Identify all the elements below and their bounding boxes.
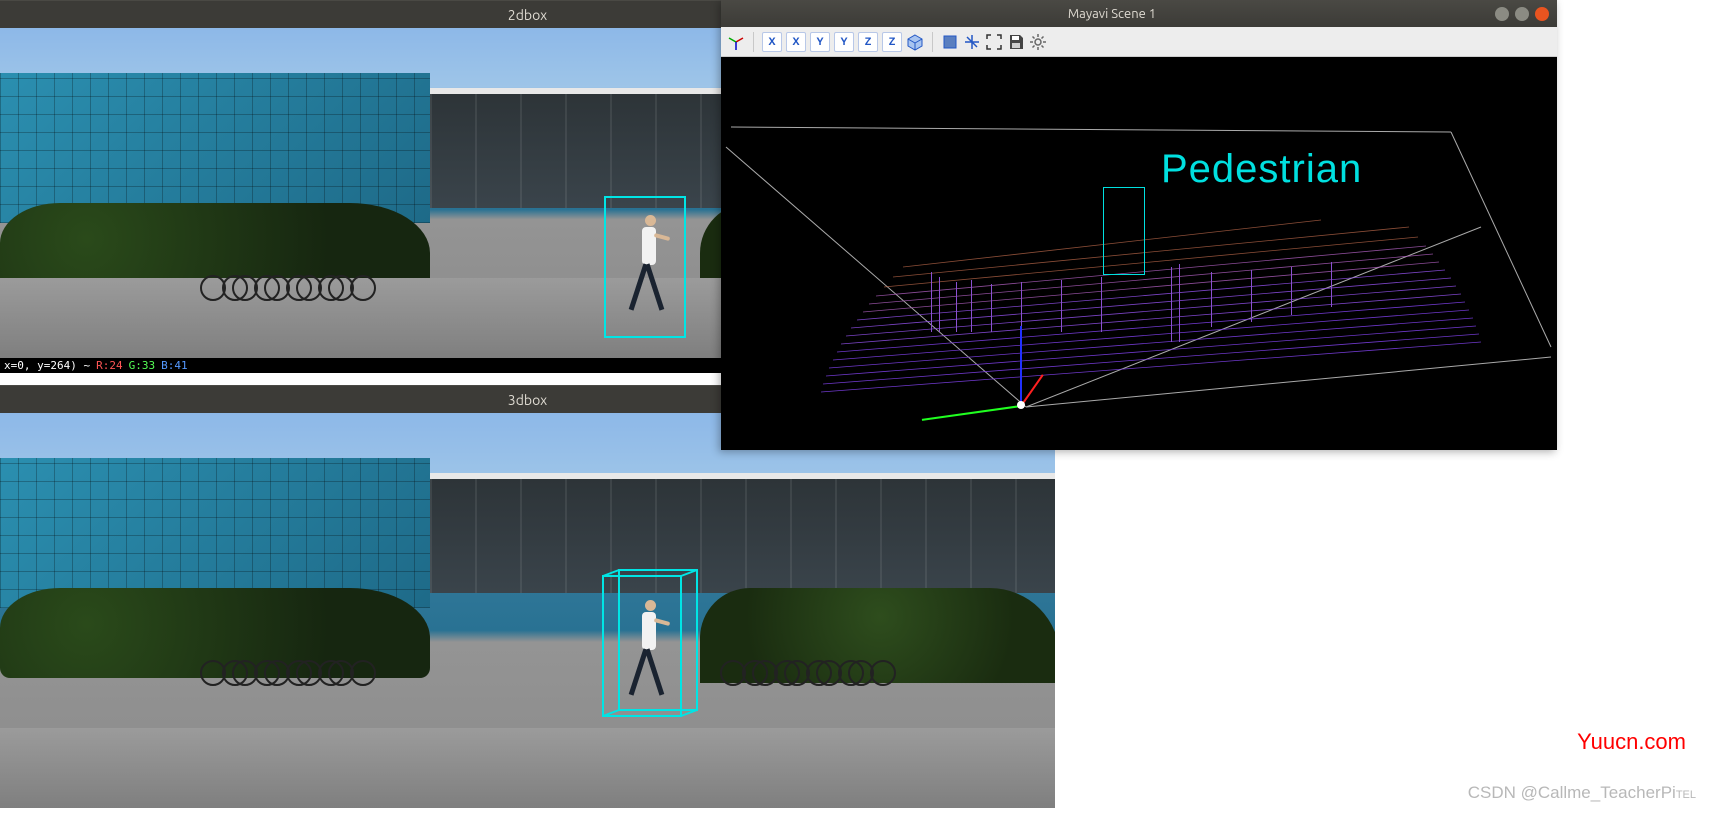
close-button[interactable] <box>1535 7 1549 21</box>
point-cloud <box>781 132 1511 422</box>
axis-toggle-icon[interactable] <box>963 33 981 51</box>
minimize-button[interactable] <box>1495 7 1509 21</box>
view-x-pos-button[interactable]: X <box>762 32 782 52</box>
image-view-3dbox[interactable] <box>0 413 1055 808</box>
pixel-r: R:24 <box>96 359 123 372</box>
bbox-3d-pointcloud <box>1103 187 1145 275</box>
view-z-neg-button[interactable]: Z <box>882 32 902 52</box>
bbox-3d-pedestrian <box>601 568 706 723</box>
title-text-2dbox: 2dbox <box>508 7 547 23</box>
bbox-2d-pedestrian <box>604 196 686 338</box>
view-z-pos-button[interactable]: Z <box>858 32 878 52</box>
detection-label: Pedestrian <box>1161 147 1362 192</box>
fullscreen-icon[interactable] <box>985 33 1003 51</box>
pixel-g: G:33 <box>129 359 156 372</box>
window-controls <box>1495 7 1549 21</box>
attribution-text: CSDN @Callme_TeacherPiTEL <box>1468 783 1696 803</box>
settings-icon[interactable] <box>1029 33 1047 51</box>
scene-wall <box>0 73 430 223</box>
watermark-text: Yuucn.com <box>1577 729 1686 755</box>
toolbar-mayavi: X X Y Y Z Z <box>721 27 1557 57</box>
title-bar-mayavi[interactable]: Mayavi Scene 1 <box>721 0 1557 27</box>
scene-bikes-left <box>200 253 370 313</box>
scene-bikes-left <box>200 638 370 698</box>
scene-wall <box>0 458 430 608</box>
parallel-projection-icon[interactable] <box>941 33 959 51</box>
scene-glass <box>430 473 1055 593</box>
title-text-3dbox: 3dbox <box>508 392 547 408</box>
view-x-neg-button[interactable]: X <box>786 32 806 52</box>
isometric-view-icon[interactable] <box>906 33 924 51</box>
view-y-neg-button[interactable]: Y <box>834 32 854 52</box>
scene-ground <box>0 728 1055 808</box>
axis-z-blue <box>1020 326 1022 406</box>
scene-3d-viewport[interactable]: Pedestrian <box>721 57 1557 450</box>
scene-bikes-right <box>720 638 970 700</box>
axes-indicator-icon[interactable] <box>727 33 745 51</box>
view-y-pos-button[interactable]: Y <box>810 32 830 52</box>
pixel-b: B:41 <box>161 359 188 372</box>
origin-dot <box>1017 401 1025 409</box>
title-text-mayavi: Mayavi Scene 1 <box>729 7 1495 21</box>
save-icon[interactable] <box>1007 33 1025 51</box>
maximize-button[interactable] <box>1515 7 1529 21</box>
pixel-coords: x=0, y=264) ~ <box>4 359 90 372</box>
window-mayavi: Mayavi Scene 1 X X Y Y Z Z <box>721 0 1557 450</box>
